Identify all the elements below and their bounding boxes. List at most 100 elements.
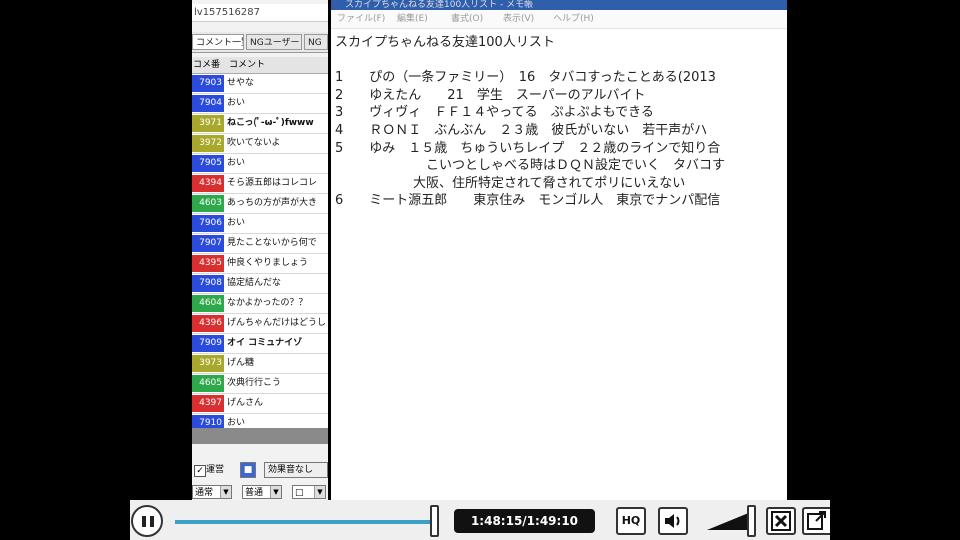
comment-text: 次典行行こう bbox=[227, 378, 282, 388]
comment-style-row: 通常 ▼ 普通 ▼ □ ▼ bbox=[192, 484, 328, 500]
comment-row[interactable]: 4397 げんさん bbox=[192, 394, 328, 414]
comment-row[interactable]: 7906 おい bbox=[192, 214, 328, 234]
notepad-text-line: 6 ミート源五郎 東京住み モンゴル人 東京でナンパ配信 bbox=[335, 193, 721, 209]
comment-row[interactable]: 4604 なかよかったの？？ bbox=[192, 294, 328, 314]
comment-number: 4603 bbox=[192, 195, 224, 212]
notepad-text-line: 2 ゆえたん 21 学生 スーパーのアルバイト bbox=[335, 87, 646, 103]
tab-comment-list[interactable]: コメント一覧 bbox=[192, 34, 244, 50]
volume-button[interactable] bbox=[658, 507, 688, 535]
hq-icon: HQ bbox=[621, 514, 641, 527]
chevron-down-icon: ▼ bbox=[314, 486, 325, 498]
comment-size-select[interactable]: 普通 ▼ bbox=[242, 485, 282, 499]
notepad-text-line: 4 ＲＯＮＩ ぶんぶん ２３歳 彼氏がいない 若干声がハ bbox=[335, 122, 708, 138]
comment-number: 3973 bbox=[192, 355, 224, 372]
comment-number: 7908 bbox=[192, 275, 224, 292]
comment-row[interactable]: 4605 次典行行こう bbox=[192, 374, 328, 394]
check-icon: ✓ bbox=[196, 466, 204, 476]
comment-row[interactable]: 4394 そら源五郎はコレコレ bbox=[192, 174, 328, 194]
comment-row[interactable]: 7907 見たことないから何で bbox=[192, 234, 328, 254]
comment-text: げん糖 bbox=[227, 358, 255, 368]
menu-file[interactable]: ファイル(F) bbox=[337, 12, 385, 26]
operator-color-button[interactable]: ■ bbox=[240, 462, 256, 478]
comment-number: 7906 bbox=[192, 215, 224, 232]
volume-handle[interactable] bbox=[747, 505, 756, 537]
comment-number: 7905 bbox=[192, 155, 224, 172]
comment-text: オイ コミュナイゾ bbox=[227, 338, 303, 348]
seek-bar[interactable] bbox=[175, 520, 433, 524]
notepad-text-line bbox=[335, 52, 787, 70]
comment-text: せやな bbox=[227, 78, 255, 88]
comment-text: げんちゃんだけはどうし bbox=[227, 318, 327, 328]
column-comment[interactable]: コメント bbox=[229, 57, 265, 73]
comment-row[interactable]: 3973 げん糖 bbox=[192, 354, 328, 374]
comment-row[interactable]: 7904 おい bbox=[192, 94, 328, 114]
tab-ng[interactable]: NG bbox=[304, 34, 328, 50]
comment-color-select[interactable]: □ ▼ bbox=[292, 485, 326, 499]
notepad-title: スカイプちゃんねる友達100人リスト - メモ帳 bbox=[345, 0, 534, 10]
video-control-bar: 1:48:15/1:49:10 HQ bbox=[130, 500, 830, 540]
comment-list[interactable]: 7903 せやな 7904 おい 3971 ねこっ(ﾟ-ω-ﾟ)fwww 3972 吹いてない… bbox=[192, 74, 328, 434]
comment-text: おい bbox=[227, 158, 246, 168]
chevron-down-icon: ▼ bbox=[270, 486, 281, 498]
no-sound-effect-button[interactable]: 効果音なし bbox=[264, 462, 328, 478]
notepad-text-line: 1 ぴの（一条ファミリー） 16 タバコすったことある(2013 bbox=[335, 70, 716, 86]
menu-help[interactable]: ヘルプ(H) bbox=[553, 12, 594, 26]
menu-format[interactable]: 書式(O) bbox=[451, 12, 483, 26]
comment-list-scroll-area bbox=[192, 428, 328, 444]
comment-row[interactable]: 7903 せやな bbox=[192, 74, 328, 94]
comment-number: 7904 bbox=[192, 95, 224, 112]
comment-number: 4394 bbox=[192, 175, 224, 192]
pause-button[interactable] bbox=[131, 505, 163, 537]
notepad-text-line: 大阪、住所特定されて脅されてポリにいえない bbox=[335, 175, 686, 191]
column-comment-number[interactable]: コメ番 bbox=[193, 57, 220, 73]
comment-row[interactable]: 7905 おい bbox=[192, 154, 328, 174]
close-player-button[interactable] bbox=[766, 507, 796, 535]
tab-ng-user[interactable]: NGユーザー bbox=[246, 34, 302, 50]
comment-number: 4605 bbox=[192, 375, 224, 392]
hq-quality-button[interactable]: HQ bbox=[616, 507, 646, 535]
comment-text: 協定結んだな bbox=[227, 278, 282, 288]
comment-row[interactable]: 3971 ねこっ(ﾟ-ω-ﾟ)fwww bbox=[192, 114, 328, 134]
operator-checkbox[interactable]: ✓ bbox=[194, 465, 206, 477]
notepad-menu-bar: ファイル(F) 編集(E) 書式(O) 表示(V) ヘルプ(H) bbox=[331, 10, 787, 29]
comment-row[interactable]: 4396 げんちゃんだけはどうし bbox=[192, 314, 328, 334]
notepad-window: スカイプちゃんねる友達100人リスト - メモ帳 ファイル(F) 編集(E) 書… bbox=[331, 0, 787, 500]
select-value: 通常 bbox=[195, 488, 214, 498]
color-swatch-icon: ■ bbox=[243, 465, 253, 475]
comment-number: 4396 bbox=[192, 315, 224, 332]
comment-row[interactable]: 7909 オイ コミュナイゾ bbox=[192, 334, 328, 354]
comment-text: ねこっ(ﾟ-ω-ﾟ)fwww bbox=[227, 118, 314, 128]
notepad-heading-line: スカイプちゃんねる友達100人リスト bbox=[335, 35, 555, 50]
notepad-text-line: 3 ヴィヴィ ＦＦ１４やってる ぷよぷよもできる bbox=[335, 105, 654, 121]
menu-edit[interactable]: 編集(E) bbox=[397, 12, 428, 26]
chevron-down-icon: ▼ bbox=[220, 486, 231, 498]
menu-view[interactable]: 表示(V) bbox=[503, 12, 534, 26]
comment-panel: lv157516287 コメント一覧 NGユーザー NG コメ番 コメント 79… bbox=[192, 0, 328, 500]
comment-number: 4397 bbox=[192, 395, 224, 412]
volume-slider[interactable] bbox=[707, 512, 751, 530]
comment-text: 吹いてないよ bbox=[227, 138, 281, 148]
comment-tab-bar: コメント一覧 NGユーザー NG bbox=[192, 32, 328, 53]
comment-text: おい bbox=[227, 98, 246, 108]
comment-number: 3971 bbox=[192, 115, 224, 132]
seek-handle[interactable] bbox=[430, 505, 439, 537]
comment-row[interactable]: 4603 あっちの方が声が大き bbox=[192, 194, 328, 214]
comment-row[interactable]: 3972 吹いてないよ bbox=[192, 134, 328, 154]
comment-number: 4604 bbox=[192, 295, 224, 312]
comment-number: 4395 bbox=[192, 255, 224, 272]
comment-text: そら源五郎はコレコレ bbox=[227, 178, 318, 188]
comment-position-select[interactable]: 通常 ▼ bbox=[192, 485, 232, 499]
notepad-text-area[interactable]: スカイプちゃんねる友達100人リスト 1 ぴの（一条ファミリー） 16 タバコすっ… bbox=[335, 34, 787, 210]
comment-text: げんさん bbox=[227, 398, 264, 408]
notepad-text-line: 5 ゆみ １５歳 ちゅういちレイプ ２２歳のラインで知り合 bbox=[335, 140, 721, 156]
comment-number: 7907 bbox=[192, 235, 224, 252]
comment-text: 仲良くやりましょう bbox=[227, 258, 309, 268]
comment-row[interactable]: 7908 協定結んだな bbox=[192, 274, 328, 294]
fullscreen-button[interactable] bbox=[802, 507, 830, 535]
live-id-label: lv157516287 bbox=[192, 4, 328, 22]
comment-text: なかよかったの？？ bbox=[227, 298, 308, 308]
comment-row[interactable]: 4395 仲良くやりましょう bbox=[192, 254, 328, 274]
notepad-title-bar: スカイプちゃんねる友達100人リスト - メモ帳 bbox=[331, 0, 787, 10]
close-icon bbox=[771, 511, 791, 531]
speaker-icon bbox=[665, 514, 680, 528]
